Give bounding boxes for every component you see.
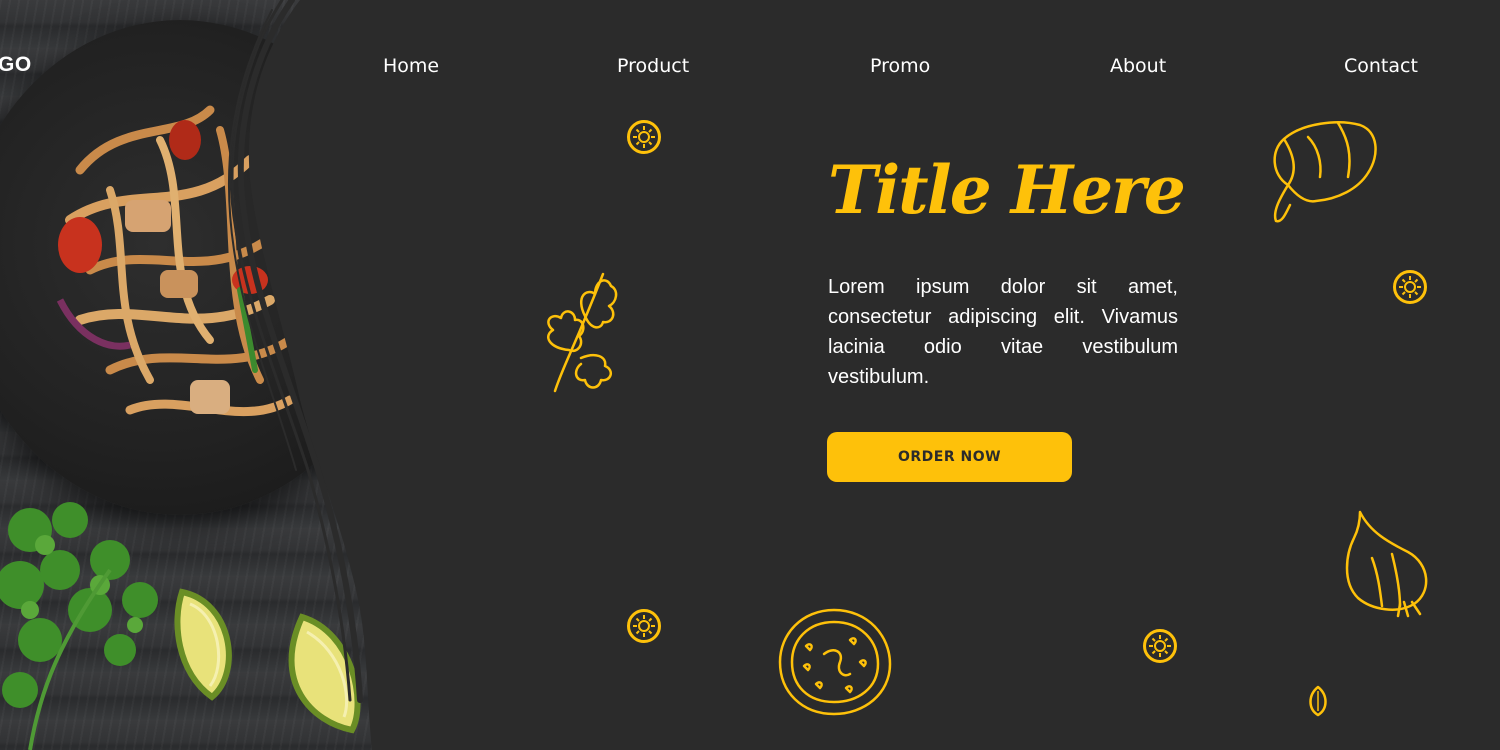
nav-promo[interactable]: Promo (870, 55, 930, 77)
order-now-button[interactable]: ORDER NOW (827, 432, 1072, 482)
seed-icon (1309, 685, 1327, 717)
lime-icon (1143, 629, 1177, 663)
brush-stroke-panel (227, 0, 1500, 750)
lime-icon (1393, 270, 1427, 304)
lime-icon (627, 609, 661, 643)
logo[interactable]: GO (0, 53, 32, 77)
nav-home[interactable]: Home (383, 55, 439, 77)
hero-title: Title Here (828, 151, 1186, 230)
hero-description: Lorem ipsum dolor sit amet, consectetur … (828, 276, 1178, 388)
nav-contact[interactable]: Contact (1344, 55, 1418, 77)
parsley-icon (547, 272, 618, 393)
garlic-icon (1345, 510, 1428, 618)
nav-product[interactable]: Product (617, 55, 689, 77)
tomato-icon (778, 608, 892, 716)
pepper-icon (1273, 121, 1377, 223)
lime-icon (627, 120, 661, 154)
nav-about[interactable]: About (1110, 55, 1166, 77)
